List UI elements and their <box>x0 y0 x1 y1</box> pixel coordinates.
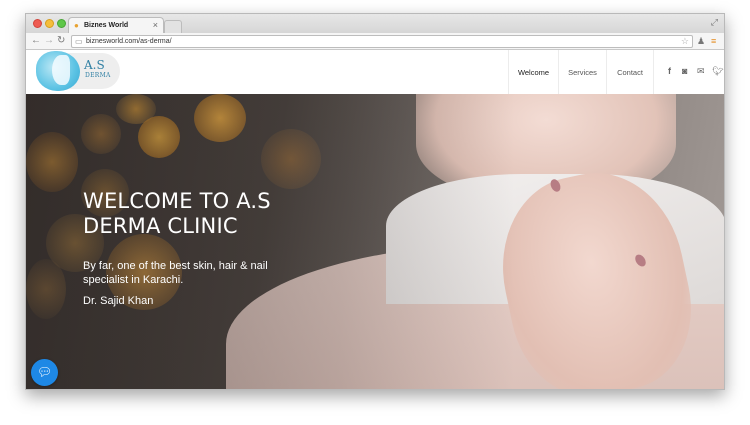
hero-author: Dr. Sajid Khan <box>83 295 154 307</box>
back-arrow-icon[interactable]: ← <box>31 35 41 47</box>
facebook-icon[interactable]: f <box>668 65 671 77</box>
hero-section: WELCOME TO A.S DERMA CLINIC By far, one … <box>26 94 724 389</box>
browser-window: ● Biznes World × ⤢ ← → ↻ ▭ biznesworld.c… <box>25 13 725 390</box>
reload-icon[interactable]: ↻ <box>57 35 65 47</box>
logo-text: A.S <box>84 58 105 72</box>
minimize-window-button[interactable] <box>45 19 54 28</box>
new-tab-button[interactable] <box>164 20 182 33</box>
favicon-icon: ● <box>74 21 79 30</box>
close-window-button[interactable] <box>33 19 42 28</box>
nav-item-contact[interactable]: Contact <box>606 50 654 94</box>
forward-arrow-icon[interactable]: → <box>44 35 54 47</box>
fullscreen-icon[interactable]: ⤢ <box>711 17 718 28</box>
logo-subtext: DERMA <box>85 72 111 79</box>
tab-close-icon[interactable]: × <box>153 20 158 30</box>
browser-tab[interactable]: ● Biznes World × <box>68 17 164 33</box>
twitter-icon[interactable]: 🐦︎ <box>712 65 723 77</box>
hero-title: WELCOME TO A.S DERMA CLINIC <box>83 189 271 238</box>
chat-button[interactable]: 💬︎ <box>31 359 58 386</box>
bookmark-star-icon[interactable]: ☆ <box>681 36 689 47</box>
nav-item-welcome[interactable]: Welcome <box>508 50 558 94</box>
tab-title: Biznes World <box>84 22 129 29</box>
logo-face-icon <box>36 51 80 91</box>
site-header: A.S DERMA Welcome Services Contact f ◙ ✉… <box>26 50 724 94</box>
extension-icon[interactable]: ♟ <box>697 35 705 47</box>
page-icon: ▭ <box>75 37 83 46</box>
maximize-window-button[interactable] <box>57 19 66 28</box>
site-logo[interactable]: A.S DERMA <box>34 51 120 91</box>
instagram-icon[interactable]: ◙ <box>682 65 687 77</box>
main-nav: Welcome Services Contact <box>508 50 654 94</box>
hamburger-menu-icon[interactable]: ≡ <box>711 35 716 47</box>
mail-icon[interactable]: ✉ <box>697 65 705 77</box>
address-bar[interactable]: ▭ biznesworld.com/as-derma/ ☆ <box>71 35 693 48</box>
browser-toolbar: ← → ↻ ▭ biznesworld.com/as-derma/ ☆ ♟ ≡ <box>26 33 724 50</box>
hero-subtitle: By far, one of the best skin, hair & nai… <box>83 260 268 286</box>
hero-overlay <box>26 94 724 389</box>
nav-item-services[interactable]: Services <box>558 50 606 94</box>
url-text[interactable]: biznesworld.com/as-derma/ <box>86 37 172 47</box>
tab-strip: ● Biznes World × ⤢ <box>26 14 724 33</box>
chat-bubble-icon: 💬︎ <box>36 365 53 379</box>
